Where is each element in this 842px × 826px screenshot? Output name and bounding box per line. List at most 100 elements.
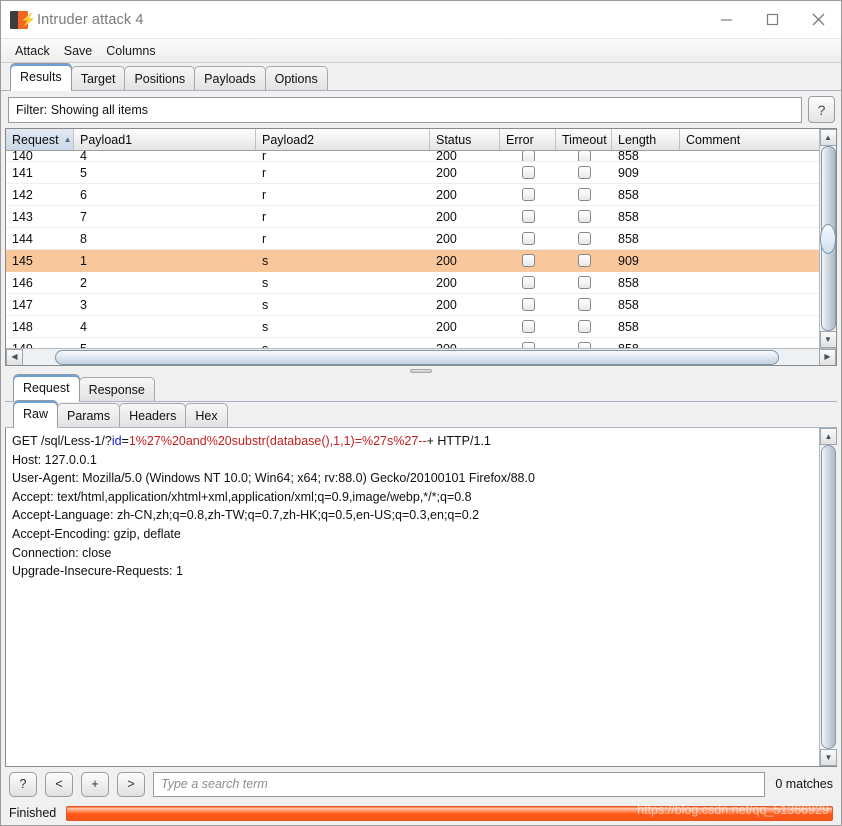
table-header-status[interactable]: Status bbox=[430, 129, 500, 150]
tab-payloads[interactable]: Payloads bbox=[194, 66, 266, 90]
table-header-payload2[interactable]: Payload2 bbox=[256, 129, 430, 150]
search-input[interactable]: Type a search term bbox=[153, 771, 766, 797]
error-checkbox[interactable] bbox=[521, 210, 535, 223]
search-help-button[interactable]: ? bbox=[9, 771, 37, 797]
cell-length: 909 bbox=[618, 165, 639, 180]
table-row[interactable]: 145 1 s 200 909 bbox=[6, 250, 836, 272]
splitter-grip[interactable] bbox=[410, 369, 432, 373]
cell-timeout bbox=[556, 316, 612, 337]
cell-length: 858 bbox=[618, 209, 639, 224]
table-header-label: Length bbox=[618, 132, 657, 147]
error-checkbox[interactable] bbox=[521, 320, 535, 333]
cell-payload1: 8 bbox=[80, 231, 87, 246]
tab-hex[interactable]: Hex bbox=[185, 403, 228, 427]
tab-headers[interactable]: Headers bbox=[119, 403, 187, 427]
timeout-checkbox[interactable] bbox=[577, 151, 591, 161]
request-scroll-up-arrow-icon[interactable]: ▲ bbox=[820, 428, 837, 445]
error-checkbox[interactable] bbox=[521, 276, 535, 289]
search-placeholder: Type a search term bbox=[161, 777, 268, 791]
table-row[interactable]: 142 6 r 200 858 bbox=[6, 184, 836, 206]
cell-status: 200 bbox=[436, 209, 457, 224]
menu-item-save[interactable]: Save bbox=[58, 42, 99, 60]
error-checkbox[interactable] bbox=[521, 188, 535, 201]
menu-item-columns[interactable]: Columns bbox=[100, 42, 161, 60]
cell-error bbox=[500, 162, 556, 183]
timeout-checkbox[interactable] bbox=[577, 210, 591, 223]
cell-request: 147 bbox=[12, 297, 33, 312]
tab-response[interactable]: Response bbox=[78, 377, 155, 401]
raw-request-text[interactable]: GET /sql/Less-1/?id=1%27%20and%20substr(… bbox=[6, 428, 819, 766]
results-horizontal-scrollbar[interactable]: ◀ ▶ bbox=[6, 348, 836, 365]
timeout-checkbox[interactable] bbox=[577, 320, 591, 333]
search-match-count: 0 matches bbox=[775, 777, 833, 791]
timeout-checkbox[interactable] bbox=[577, 254, 591, 267]
request-scroll-down-arrow-icon[interactable]: ▼ bbox=[820, 749, 837, 766]
cell-error bbox=[500, 316, 556, 337]
table-row[interactable]: 140 4 r 200 858 bbox=[6, 151, 836, 162]
search-prev-button[interactable]: < bbox=[45, 771, 73, 797]
cell-request: 142 bbox=[12, 187, 33, 202]
timeout-checkbox[interactable] bbox=[577, 166, 591, 179]
timeout-checkbox[interactable] bbox=[577, 276, 591, 289]
cell-timeout bbox=[556, 206, 612, 227]
timeout-checkbox[interactable] bbox=[577, 188, 591, 201]
tab-target[interactable]: Target bbox=[70, 66, 126, 90]
tab-request[interactable]: Request bbox=[13, 374, 80, 402]
search-next-button[interactable]: > bbox=[117, 771, 145, 797]
table-header-timeout[interactable]: Timeout bbox=[556, 129, 612, 150]
pane-splitter[interactable] bbox=[1, 366, 841, 376]
cell-comment bbox=[680, 294, 836, 315]
tab-positions[interactable]: Positions bbox=[124, 66, 196, 90]
title-bar: ⚡ Intruder attack 4 bbox=[1, 1, 841, 39]
results-scroll-track[interactable] bbox=[819, 146, 836, 331]
cell-timeout bbox=[556, 184, 612, 205]
table-row[interactable]: 143 7 r 200 858 bbox=[6, 206, 836, 228]
tab-raw[interactable]: Raw bbox=[13, 400, 59, 428]
results-hscroll-thumb[interactable] bbox=[55, 349, 779, 365]
results-scroll-grip[interactable] bbox=[819, 223, 836, 254]
cell-error bbox=[500, 184, 556, 205]
error-checkbox[interactable] bbox=[521, 151, 535, 161]
error-checkbox[interactable] bbox=[521, 232, 535, 245]
menu-item-attack[interactable]: Attack bbox=[9, 42, 56, 60]
search-add-button[interactable]: + bbox=[81, 771, 109, 797]
close-button[interactable] bbox=[795, 1, 841, 39]
timeout-checkbox[interactable] bbox=[577, 298, 591, 311]
burp-suite-icon: ⚡ bbox=[10, 10, 36, 29]
request-vertical-scrollbar[interactable]: ▲ ▼ bbox=[819, 428, 837, 766]
cell-request: 143 bbox=[12, 209, 33, 224]
table-row[interactable]: 147 3 s 200 858 bbox=[6, 294, 836, 316]
minimize-button[interactable] bbox=[703, 1, 749, 39]
table-header-request[interactable]: Request ▲ bbox=[6, 129, 74, 150]
tab-options[interactable]: Options bbox=[264, 66, 328, 90]
error-checkbox[interactable] bbox=[521, 298, 535, 311]
table-header-error[interactable]: Error bbox=[500, 129, 556, 150]
results-vertical-scrollbar[interactable]: ▲ ▼ bbox=[819, 129, 836, 348]
window-controls bbox=[703, 1, 841, 39]
tab-results[interactable]: Results bbox=[10, 63, 72, 91]
scroll-left-arrow-icon[interactable]: ◀ bbox=[6, 348, 23, 365]
request-scroll-track[interactable] bbox=[820, 445, 837, 749]
scroll-down-arrow-icon[interactable]: ▼ bbox=[819, 331, 836, 348]
table-header-comment[interactable]: Comment bbox=[680, 129, 836, 150]
scroll-up-arrow-icon[interactable]: ▲ bbox=[819, 129, 836, 146]
error-checkbox[interactable] bbox=[521, 254, 535, 267]
timeout-checkbox[interactable] bbox=[577, 232, 591, 245]
table-header-payload1[interactable]: Payload1 bbox=[74, 129, 256, 150]
filter-bar[interactable]: Filter: Showing all items bbox=[8, 96, 802, 123]
table-row[interactable]: 144 8 r 200 858 bbox=[6, 228, 836, 250]
filter-help-button[interactable]: ? bbox=[808, 96, 835, 123]
table-row[interactable]: 141 5 r 200 909 bbox=[6, 162, 836, 184]
scroll-right-arrow-icon[interactable]: ▶ bbox=[819, 348, 836, 365]
request-scroll-thumb[interactable] bbox=[821, 445, 836, 749]
results-hscroll-track[interactable] bbox=[23, 348, 819, 365]
intruder-attack-window: ⚡ Intruder attack 4 Attack Save Columns … bbox=[0, 0, 842, 826]
cell-timeout bbox=[556, 272, 612, 293]
tab-params[interactable]: Params bbox=[57, 403, 121, 427]
table-header-length[interactable]: Length bbox=[612, 129, 680, 150]
table-row[interactable]: 146 2 s 200 858 bbox=[6, 272, 836, 294]
table-row[interactable]: 148 4 s 200 858 bbox=[6, 316, 836, 338]
maximize-button[interactable] bbox=[749, 1, 795, 39]
error-checkbox[interactable] bbox=[521, 166, 535, 179]
raw-request-body: GET /sql/Less-1/?id=1%27%20and%20substr(… bbox=[5, 428, 837, 767]
